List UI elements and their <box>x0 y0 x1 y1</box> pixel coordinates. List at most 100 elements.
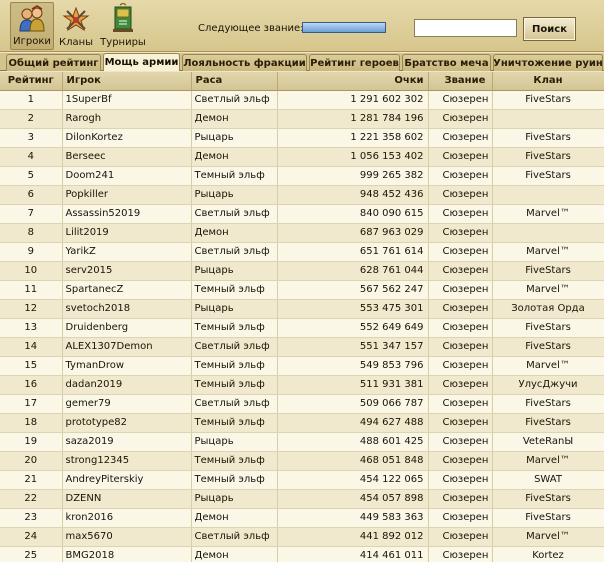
cell-player-link[interactable]: AndreyPiterskiy <box>62 470 192 490</box>
cell-clan-link[interactable]: FiveStars <box>492 128 604 148</box>
cell-clan-link[interactable]: FiveStars <box>492 166 604 186</box>
cell-rank: 15 <box>0 356 63 376</box>
cell-clan-link[interactable]: FiveStars <box>492 147 604 167</box>
cell-player-link[interactable]: SpartanecZ <box>62 280 192 300</box>
cell-title: Сюзерен <box>428 451 493 471</box>
nav-tournaments-label: Турниры <box>100 37 146 48</box>
cell-clan-link[interactable]: Marvel™ <box>492 356 604 376</box>
cell-rank: 6 <box>0 185 63 205</box>
cell-race: Светлый эльф <box>191 527 278 547</box>
tab-general-rating[interactable]: Общий рейтинг <box>6 54 101 71</box>
top-bar: Игроки Кланы Турниры Следующее звание: П… <box>0 0 604 52</box>
rating-table-container[interactable]: Рейтинг Игрок Раса Очки Звание Клан 1 1Su… <box>0 72 604 562</box>
cell-clan-link[interactable]: FiveStars <box>492 318 604 338</box>
cell-points: 1 281 784 196 <box>277 109 429 129</box>
cell-clan-link[interactable]: FiveStars <box>492 337 604 357</box>
search-input[interactable] <box>414 19 517 37</box>
tab-army-power[interactable]: Мощь армии <box>103 53 180 71</box>
cell-rank: 4 <box>0 147 63 167</box>
tab-hero-rating[interactable]: Рейтинг героев <box>309 54 400 71</box>
nav-tournaments-button[interactable]: Турниры <box>100 2 146 50</box>
cell-clan-link[interactable]: Marvel™ <box>492 527 604 547</box>
header-rank[interactable]: Рейтинг <box>0 72 63 91</box>
header-clan[interactable]: Клан <box>492 72 604 91</box>
table-row: 5 Doom241 Темный эльф 999 265 382 Сюзерен Fiv… <box>0 166 604 186</box>
cell-clan-link[interactable]: Marvel™ <box>492 204 604 224</box>
cell-player-link[interactable]: prototype82 <box>62 413 192 433</box>
tab-sword-brotherhood[interactable]: Братство меча <box>402 54 491 71</box>
cell-player-link[interactable]: DilonKortez <box>62 128 192 148</box>
cell-title: Сюзерен <box>428 223 493 243</box>
cell-points: 549 853 796 <box>277 356 429 376</box>
cell-race: Рыцарь <box>191 128 278 148</box>
nav-players-button[interactable]: Игроки <box>10 2 54 50</box>
cell-clan-link[interactable]: Kortez <box>492 546 604 562</box>
nav-clans-button[interactable]: Кланы <box>56 2 96 50</box>
cell-clan-link[interactable] <box>492 109 604 129</box>
cell-rank: 21 <box>0 470 63 490</box>
cell-race: Рыцарь <box>191 185 278 205</box>
cell-player-link[interactable]: max5670 <box>62 527 192 547</box>
table-row: 14 ALEX1307Demon Светлый эльф 551 347 157 Сю… <box>0 337 604 357</box>
cell-player-link[interactable]: Rarogh <box>62 109 192 129</box>
cell-points: 840 090 615 <box>277 204 429 224</box>
cell-rank: 16 <box>0 375 63 395</box>
cell-points: 494 627 488 <box>277 413 429 433</box>
cell-player-link[interactable]: Druidenberg <box>62 318 192 338</box>
cell-clan-link[interactable]: FiveStars <box>492 413 604 433</box>
cell-clan-link[interactable]: FiveStars <box>492 261 604 281</box>
header-race[interactable]: Раса <box>191 72 278 91</box>
cell-clan-link[interactable]: УлусДжучи <box>492 375 604 395</box>
cell-rank: 11 <box>0 280 63 300</box>
cell-clan-link[interactable]: Marvel™ <box>492 451 604 471</box>
cell-clan-link[interactable]: VeteRanЫ <box>492 432 604 452</box>
cell-player-link[interactable]: TymanDrow <box>62 356 192 376</box>
cell-title: Сюзерен <box>428 413 493 433</box>
tab-ruin-destruction[interactable]: Уничтожение руин <box>493 54 603 71</box>
cell-player-link[interactable]: strong12345 <box>62 451 192 471</box>
tab-faction-loyalty[interactable]: Лояльность фракции <box>182 54 307 71</box>
cell-rank: 2 <box>0 109 63 129</box>
cell-clan-link[interactable]: SWAT <box>492 470 604 490</box>
cell-player-link[interactable]: BMG2018 <box>62 546 192 562</box>
header-title[interactable]: Звание <box>428 72 493 91</box>
cell-player-link[interactable]: YarikZ <box>62 242 192 262</box>
cell-player-link[interactable]: Lilit2019 <box>62 223 192 243</box>
cell-player-link[interactable]: DZENN <box>62 489 192 509</box>
cell-rank: 22 <box>0 489 63 509</box>
cell-title: Сюзерен <box>428 470 493 490</box>
cell-player-link[interactable]: kron2016 <box>62 508 192 528</box>
cell-clan-link[interactable]: FiveStars <box>492 508 604 528</box>
header-player[interactable]: Игрок <box>62 72 192 91</box>
header-points[interactable]: Очки <box>277 72 429 91</box>
cell-title: Сюзерен <box>428 204 493 224</box>
cell-clan-link[interactable]: FiveStars <box>492 489 604 509</box>
cell-player-link[interactable]: gemer79 <box>62 394 192 414</box>
cell-player-link[interactable]: saza2019 <box>62 432 192 452</box>
cell-points: 414 461 011 <box>277 546 429 562</box>
search-button[interactable]: Поиск <box>523 17 576 41</box>
cell-player-link[interactable]: Berseec <box>62 147 192 167</box>
cell-clan-link[interactable] <box>492 223 604 243</box>
cell-clan-link[interactable]: FiveStars <box>492 90 604 110</box>
cell-clan-link[interactable] <box>492 185 604 205</box>
cell-player-link[interactable]: 1SuperBf <box>62 90 192 110</box>
table-row: 11 SpartanecZ Темный эльф 567 562 247 Сюзере… <box>0 280 604 300</box>
cell-player-link[interactable]: Assassin52019 <box>62 204 192 224</box>
cell-player-link[interactable]: svetoch2018 <box>62 299 192 319</box>
cell-player-link[interactable]: Doom241 <box>62 166 192 186</box>
cell-clan-link[interactable]: Marvel™ <box>492 280 604 300</box>
cell-clan-link[interactable]: Золотая Орда <box>492 299 604 319</box>
cell-player-link[interactable]: Popkiller <box>62 185 192 205</box>
cell-clan-link[interactable]: Marvel™ <box>492 242 604 262</box>
cell-points: 509 066 787 <box>277 394 429 414</box>
cell-player-link[interactable]: dadan2019 <box>62 375 192 395</box>
cell-title: Сюзерен <box>428 109 493 129</box>
cell-clan-link[interactable]: FiveStars <box>492 394 604 414</box>
cell-points: 687 963 029 <box>277 223 429 243</box>
cell-player-link[interactable]: ALEX1307Demon <box>62 337 192 357</box>
cell-title: Сюзерен <box>428 90 493 110</box>
cell-title: Сюзерен <box>428 527 493 547</box>
cell-title: Сюзерен <box>428 508 493 528</box>
cell-player-link[interactable]: serv2015 <box>62 261 192 281</box>
